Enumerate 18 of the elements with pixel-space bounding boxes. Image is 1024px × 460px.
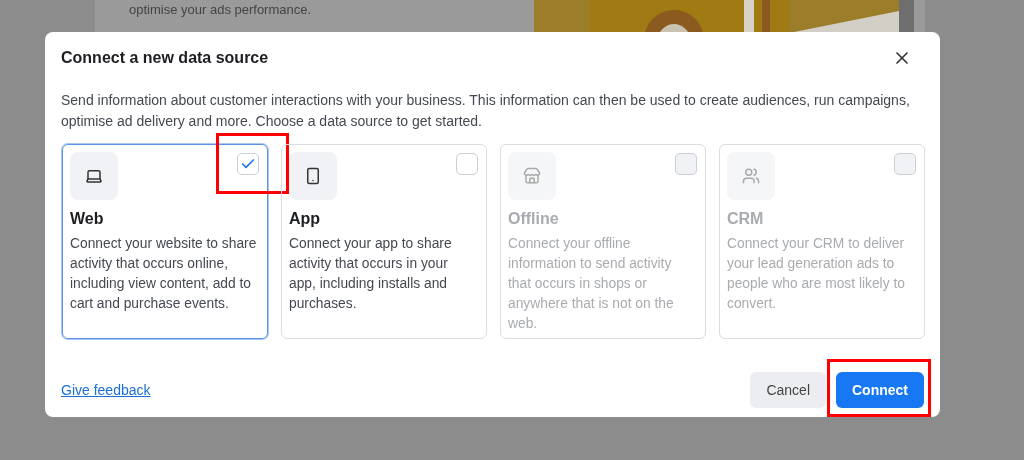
- source-card[interactable]: App Connect your app to share activity that occurs in your app, including installs and purchases.: [281, 144, 487, 339]
- source-card[interactable]: Web Connect your website to share activity that occurs online, including view content, add to cart and purchase events.: [62, 144, 268, 339]
- background-text: optimise your ads performance.: [129, 2, 313, 17]
- connect-button[interactable]: Connect: [836, 372, 924, 408]
- dialog-title: Connect a new data source: [61, 49, 269, 67]
- source-title: Offline: [508, 210, 560, 228]
- source-description: Connect your CRM to deliver your lead generation ads to people who are most likely to convert.: [727, 235, 906, 313]
- source-title: App: [289, 210, 322, 228]
- source-title: Web: [70, 210, 105, 228]
- checkbox[interactable]: [456, 153, 478, 175]
- source-description: Connect your offline information to send activity that occurs in shops or anywhere that is not on the web.: [508, 235, 675, 333]
- feedback-link[interactable]: Give feedback: [61, 382, 151, 398]
- dialog-description: Send information about customer interactions with your business. This information can then be used to create audiences, run campaigns, optimise ad delivery and more. Choose a data source to get started.: [61, 91, 911, 131]
- cancel-button[interactable]: Cancel: [750, 372, 826, 408]
- source-title: CRM: [727, 210, 765, 228]
- source-description: Connect your website to share activity that occurs online, including view content, add to cart and purchase events.: [70, 235, 258, 313]
- checkbox[interactable]: [237, 153, 259, 175]
- source-description: Connect your app to share activity that occurs in your app, including installs and purchases.: [289, 235, 453, 313]
